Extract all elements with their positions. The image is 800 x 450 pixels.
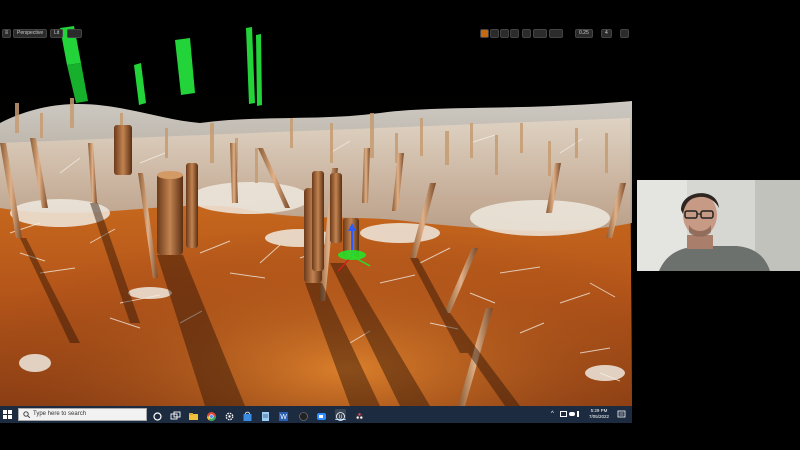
taskbar-clock[interactable]: 5:29 PM 7/05/2022 (585, 408, 613, 420)
hamburger-icon: ≡ (4, 30, 9, 36)
windows-start-icon[interactable] (3, 410, 12, 419)
scale-snap-button[interactable]: 0.25 (575, 29, 593, 38)
notification-icon[interactable] (617, 410, 626, 419)
store-icon[interactable] (242, 409, 253, 421)
volume-icon[interactable] (577, 411, 582, 417)
file-explorer-icon[interactable] (188, 409, 199, 420)
onedrive-icon[interactable] (569, 412, 575, 416)
word-icon[interactable]: W (278, 409, 289, 421)
unreal-editor-icon[interactable]: U (335, 409, 346, 421)
media-icon[interactable] (298, 409, 309, 421)
grid-snap-button[interactable] (533, 29, 547, 38)
webcam-feed (637, 180, 800, 271)
realtime-toggle-icon[interactable] (480, 29, 489, 38)
perspective-button[interactable]: Perspective (13, 29, 48, 38)
network-icon[interactable] (560, 411, 567, 417)
zoom-icon[interactable] (316, 409, 327, 420)
camera-speed-button[interactable]: 4 (601, 29, 612, 38)
task-view-icon[interactable] (170, 409, 181, 420)
clock-date: 7/05/2022 (588, 414, 610, 419)
svg-text:W: W (280, 414, 287, 421)
maximize-viewport-icon[interactable] (620, 29, 629, 38)
search-placeholder: Type here to search (33, 411, 87, 417)
viewport-menu-button[interactable]: ≡ (2, 29, 11, 38)
svg-text:U: U (339, 415, 343, 421)
notepad-icon[interactable] (260, 409, 271, 421)
tray-overflow-icon[interactable]: ^ (551, 411, 557, 417)
rotate-tool-icon[interactable] (500, 29, 509, 38)
show-button[interactable] (67, 29, 82, 38)
rotation-snap-button[interactable] (549, 29, 563, 38)
lit-mode-button[interactable]: Lit (50, 29, 64, 38)
3d-viewport[interactable]: ≡ Perspective Lit 0.25 4 (0, 23, 632, 406)
point-cloud-scene[interactable] (0, 23, 632, 406)
chrome-icon[interactable] (206, 409, 217, 422)
settings-icon[interactable] (224, 409, 235, 421)
taskbar-search-box[interactable]: Type here to search (18, 408, 147, 421)
search-icon (23, 411, 30, 418)
world-local-icon[interactable] (522, 29, 531, 38)
windows-taskbar: Type here to search W U ^ 5:29 PM 7/05/2… (0, 406, 632, 423)
screen: ≡ Perspective Lit 0.25 4 Type here to se… (0, 0, 800, 450)
scale-tool-icon[interactable] (510, 29, 519, 38)
presenter-video (637, 180, 800, 271)
obs-icon[interactable] (354, 409, 365, 421)
move-tool-icon[interactable] (490, 29, 499, 38)
cortana-icon[interactable] (152, 409, 163, 421)
